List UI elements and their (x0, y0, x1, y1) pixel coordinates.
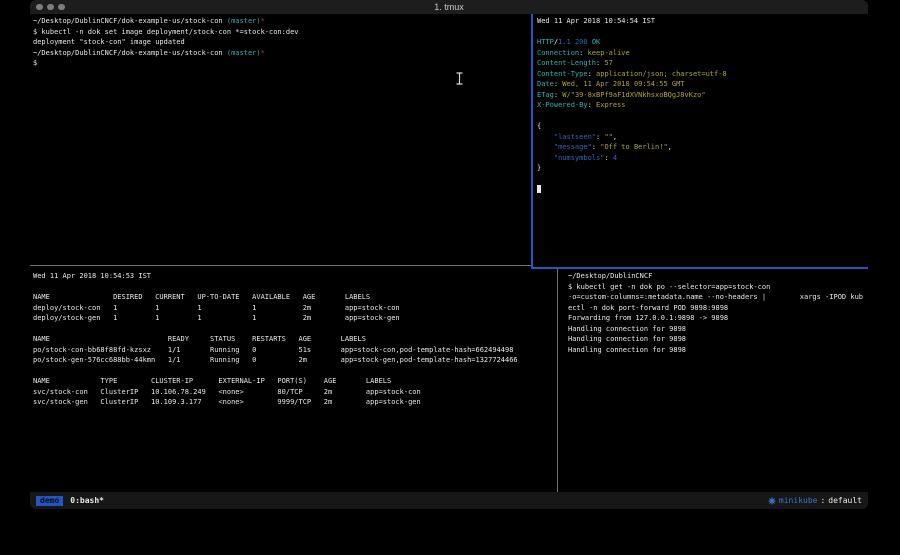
window-titlebar[interactable]: 1. tmux (30, 0, 868, 14)
terminal-line: Forwarding from 127.0.0.1:9898 -> 9898 (568, 313, 866, 324)
terminal-cursor (537, 185, 541, 193)
session-name-badge: demo (36, 496, 63, 506)
terminal-line: NAME READY STATUS RESTARTS AGE LABELS (33, 334, 555, 345)
kubernetes-helm-icon (768, 497, 776, 505)
terminal-line (33, 282, 555, 293)
kube-separator: : (820, 496, 825, 505)
kube-context-name: minikube (779, 496, 818, 505)
terminal-line: } (537, 163, 866, 174)
pane-divider-horizontal-right-active[interactable] (531, 267, 868, 269)
terminal-line: $ kubectl -n dok set image deployment/st… (33, 27, 529, 38)
terminal-line: Wed 11 Apr 2018 10:54:54 IST (537, 16, 866, 27)
terminal-line: deploy/stock-gen 1 1 1 1 2m app=stock-ge… (33, 313, 555, 324)
terminal-line (537, 111, 866, 122)
terminal-line: ~/Desktop/DublinCNCF/dok-example-us/stoc… (33, 16, 529, 27)
minimize-button[interactable] (47, 4, 54, 11)
terminal-line: { (537, 121, 866, 132)
terminal-line: -o=custom-columns=:metadata.name --no-he… (568, 292, 866, 303)
terminal-line: "lastseen": "", (537, 132, 866, 143)
pane-kubectl-get-watch[interactable]: Wed 11 Apr 2018 10:54:53 IST NAME DESIRE… (33, 271, 555, 490)
pane-divider-vertical-top-active[interactable] (531, 14, 533, 269)
terminal-line: $ (33, 58, 529, 69)
close-button[interactable] (36, 4, 43, 11)
zoom-button[interactable] (58, 4, 65, 11)
terminal-line: Content-Type: application/json; charset=… (537, 69, 866, 80)
terminal-line (537, 184, 866, 195)
tmux-status-bar: demo 0:bash* minikube:default (30, 492, 868, 509)
terminal-line: deployment "stock-con" image updated (33, 37, 529, 48)
terminal-line (33, 366, 555, 377)
window-tab-active[interactable]: 0:bash* (70, 496, 104, 505)
terminal-line: Handling connection for 9898 (568, 345, 866, 356)
terminal-line: ETag: W/"39-8xBPf9aF1dXVNkhsxoBQgJ8vKzo" (537, 90, 866, 101)
terminal-line: deploy/stock-con 1 1 1 1 2m app=stock-co… (33, 303, 555, 314)
terminal-line: po/stock-con-bb68f88fd-kzsxz 1/1 Running… (33, 345, 555, 356)
terminal-line: NAME DESIRED CURRENT UP-TO-DATE AVAILABL… (33, 292, 555, 303)
pane-divider-horizontal-left[interactable] (30, 265, 531, 266)
terminal-line: X-Powered-By: Express (537, 100, 866, 111)
terminal-line: ~/Desktop/DublinCNCF/dok-example-us/stoc… (33, 48, 529, 59)
terminal-line: Handling connection for 9898 (568, 324, 866, 335)
pane-divider-vertical-bottom[interactable] (557, 269, 558, 492)
terminal-line: Connection: keep-alive (537, 48, 866, 59)
terminal-line: NAME TYPE CLUSTER-IP EXTERNAL-IP PORT(S)… (33, 376, 555, 387)
terminal-line: $ kubectl get -n dok po --selector=app=s… (568, 282, 866, 293)
pane-port-forward[interactable]: ~/Desktop/DublinCNCF$ kubectl get -n dok… (568, 271, 866, 490)
terminal-line: Date: Wed, 11 Apr 2018 09:54:55 GMT (537, 79, 866, 90)
pane-http-response-watch[interactable]: Wed 11 Apr 2018 10:54:54 IST HTTP/1.1 20… (537, 16, 866, 266)
terminal-line (537, 27, 866, 38)
kube-namespace: default (828, 496, 862, 505)
terminal-line: po/stock-gen-576cc688bb-44kmn 1/1 Runnin… (33, 355, 555, 366)
terminal-line: "numsymbols": 4 (537, 153, 866, 164)
kube-context-status: minikube:default (768, 496, 862, 505)
traffic-lights (36, 0, 65, 14)
desktop-background: 1. tmux ~/Desktop/DublinCNCF/dok-example… (0, 0, 900, 555)
terminal-line (537, 174, 866, 185)
window-title: 1. tmux (30, 0, 868, 14)
pane-shell-set-image[interactable]: ~/Desktop/DublinCNCF/dok-example-us/stoc… (33, 16, 529, 264)
terminal-line: svc/stock-gen ClusterIP 10.109.3.177 <no… (33, 397, 555, 408)
terminal-line: ~/Desktop/DublinCNCF (568, 271, 866, 282)
ibeam-mouse-pointer (455, 72, 464, 90)
terminal-line (33, 324, 555, 335)
terminal-window: 1. tmux ~/Desktop/DublinCNCF/dok-example… (30, 0, 868, 510)
terminal-line: ectl -n dok port-forward POD 9898:9898 (568, 303, 866, 314)
terminal-line: HTTP/1.1 200 OK (537, 37, 866, 48)
terminal-line: Content-Length: 57 (537, 58, 866, 69)
terminal-line: Wed 11 Apr 2018 10:54:53 IST (33, 271, 555, 282)
terminal-line: svc/stock-con ClusterIP 10.106.78.249 <n… (33, 387, 555, 398)
terminal-line: "message": "Off to Berlin!", (537, 142, 866, 153)
terminal-line: Handling connection for 9898 (568, 334, 866, 345)
